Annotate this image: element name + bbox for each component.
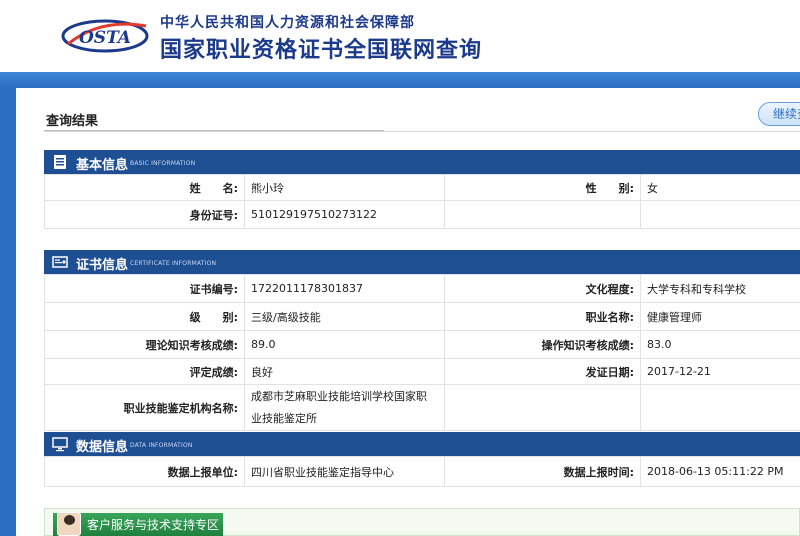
table-row: 级 别: 三级/高级技能 职业名称: 健康管理师 — [44, 302, 800, 331]
id-number-label: 身份证号: — [44, 200, 245, 229]
site-header: OSTA 中华人民共和国人力资源和社会保障部 国家职业资格证书全国联网查询 — [0, 0, 800, 72]
section-title-basic: 基本信息 — [76, 158, 129, 173]
ministry-name: 中华人民共和国人力资源和社会保障部 — [160, 15, 415, 31]
cert-info-table: 证书编号: 1722011178301837 文化程度: 大学专科和专科学校 级… — [44, 274, 800, 431]
report-time-label: 数据上报时间: — [444, 456, 641, 487]
section-header-basic: 基本信息 BASIC INFORMATION — [44, 150, 800, 174]
report-unit-label: 数据上报单位: — [44, 456, 245, 487]
occupation-value: 健康管理师 — [640, 302, 800, 331]
table-row: 身份证号: 510129197510273122 — [44, 200, 800, 229]
certificate-icon — [52, 256, 68, 268]
osta-logo: OSTA — [61, 19, 149, 53]
institution-value-line2: 业技能鉴定所 — [251, 411, 317, 425]
basic-info-table: 姓 名: 熊小玲 性 别: 女 身份证号: 510129197510273122 — [44, 174, 800, 229]
support-avatar — [57, 512, 81, 536]
issue-date-value: 2017-12-21 — [640, 358, 800, 385]
institution-value-line1: 成都市芝麻职业技能培训学校国家职 — [251, 389, 427, 403]
empty-value — [640, 384, 800, 431]
section-subtitle-cert: CERTIFICATE INFORMATION — [130, 260, 217, 267]
empty-value — [640, 200, 800, 229]
table-row: 数据上报单位: 四川省职业技能鉴定指导中心 数据上报时间: 2018-06-13… — [44, 456, 800, 487]
continue-query-button[interactable]: 继续查询 — [758, 102, 800, 126]
section-header-cert: 证书信息 CERTIFICATE INFORMATION — [44, 250, 800, 274]
section-header-data: 数据信息 DATA INFORMATION — [44, 432, 800, 456]
monitor-icon — [52, 437, 68, 452]
practical-score-label: 操作知识考核成绩: — [444, 330, 641, 359]
name-value: 熊小玲 — [244, 174, 445, 201]
table-row: 评定成绩: 良好 发证日期: 2017-12-21 — [44, 358, 800, 385]
site-title: 国家职业资格证书全国联网查询 — [160, 38, 483, 63]
table-row: 姓 名: 熊小玲 性 别: 女 — [44, 174, 800, 201]
cert-number-label: 证书编号: — [44, 274, 245, 303]
empty-label — [444, 384, 641, 431]
report-unit-value: 四川省职业技能鉴定指导中心 — [244, 456, 445, 487]
education-label: 文化程度: — [444, 274, 641, 303]
occupation-label: 职业名称: — [444, 302, 641, 331]
section-subtitle-basic: BASIC INFORMATION — [130, 160, 196, 167]
section-subtitle-data: DATA INFORMATION — [130, 442, 193, 449]
title-divider — [44, 131, 800, 132]
gender-value: 女 — [640, 174, 800, 201]
institution-label: 职业技能鉴定机构名称: — [44, 384, 245, 431]
theory-score-label: 理论知识考核成绩: — [44, 330, 245, 359]
document-icon — [54, 155, 66, 169]
support-zone: 客户服务与技术支持专区 — [44, 508, 800, 536]
rating-label: 评定成绩: — [44, 358, 245, 385]
section-title-data: 数据信息 — [76, 440, 129, 455]
issue-date-label: 发证日期: — [444, 358, 641, 385]
report-time-value: 2018-06-13 05:11:22 PM — [640, 456, 800, 487]
empty-label — [444, 200, 641, 229]
data-info-table: 数据上报单位: 四川省职业技能鉴定指导中心 数据上报时间: 2018-06-13… — [44, 456, 800, 487]
table-row: 理论知识考核成绩: 89.0 操作知识考核成绩: 83.0 — [44, 330, 800, 359]
level-value: 三级/高级技能 — [244, 302, 445, 331]
cert-number-value: 1722011178301837 — [244, 274, 445, 303]
result-title: 查询结果 — [46, 114, 99, 129]
institution-value: 成都市芝麻职业技能培训学校国家职 业技能鉴定所 — [244, 384, 445, 431]
education-value: 大学专科和专科学校 — [640, 274, 800, 303]
header-bar — [0, 72, 800, 88]
table-row: 证书编号: 1722011178301837 文化程度: 大学专科和专科学校 — [44, 274, 800, 303]
section-title-cert: 证书信息 — [76, 258, 129, 273]
id-number-value: 510129197510273122 — [244, 200, 445, 229]
rating-value: 良好 — [244, 358, 445, 385]
level-label: 级 别: — [44, 302, 245, 331]
table-row: 职业技能鉴定机构名称: 成都市芝麻职业技能培训学校国家职 业技能鉴定所 — [44, 384, 800, 431]
name-label: 姓 名: — [44, 174, 245, 201]
gender-label: 性 别: — [444, 174, 641, 201]
result-panel: 查询结果 继续查询 基本信息 BASIC INFORMATION 姓 名: 熊小… — [16, 88, 800, 536]
practical-score-value: 83.0 — [640, 330, 800, 359]
theory-score-value: 89.0 — [244, 330, 445, 359]
logo-text: OSTA — [79, 28, 131, 48]
